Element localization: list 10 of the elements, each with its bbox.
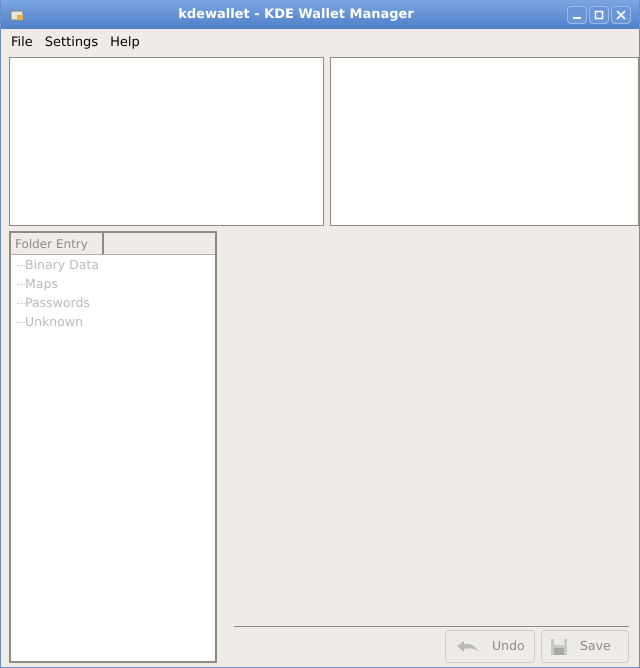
- menu-item[interactable]: File: [11, 33, 33, 53]
- maximize-icon: [594, 10, 604, 20]
- minimize-icon: [573, 16, 581, 18]
- window-title: kdewallet - KDE Wallet Manager: [177, 6, 415, 24]
- menu-item[interactable]: Help: [110, 33, 140, 53]
- menu-item[interactable]: Settings: [44, 33, 98, 53]
- close-button[interactable]: [611, 6, 631, 24]
- close-icon: [616, 10, 626, 20]
- maximize-button[interactable]: [589, 6, 609, 24]
- minimize-button[interactable]: [567, 6, 587, 24]
